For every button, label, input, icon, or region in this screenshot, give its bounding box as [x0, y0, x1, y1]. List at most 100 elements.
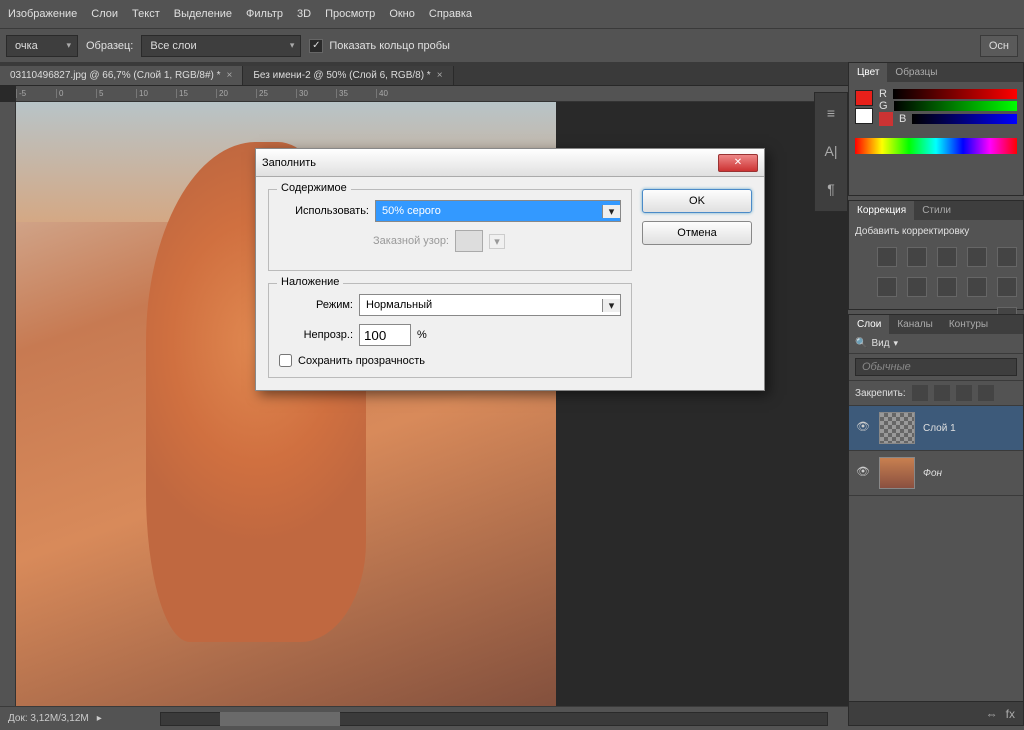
curves-icon[interactable] — [937, 247, 957, 267]
menu-select[interactable]: Выделение — [174, 8, 232, 20]
vibrance-icon[interactable] — [997, 247, 1017, 267]
menu-window[interactable]: Окно — [389, 8, 415, 20]
mode-label: Режим: — [279, 299, 353, 311]
lock-transparency-icon[interactable] — [912, 385, 928, 401]
fx-icon[interactable]: fx — [1006, 707, 1015, 721]
mode-dropdown[interactable]: Нормальный ▾ — [359, 294, 621, 316]
adjustments-panel: Коррекция Стили Добавить корректировку — [848, 200, 1024, 310]
layer-thumbnail[interactable] — [879, 457, 915, 489]
tab-label: 03110496827.jpg @ 66,7% (Слой 1, RGB/8#)… — [10, 70, 221, 81]
tab-channels[interactable]: Каналы — [889, 315, 941, 334]
menu-image[interactable]: Изображение — [8, 8, 77, 20]
link-icon[interactable]: ⇔ — [986, 707, 998, 721]
history-icon[interactable]: ≡ — [817, 99, 845, 127]
layer-row[interactable]: 👁 Слой 1 — [849, 406, 1023, 451]
menu-view[interactable]: Просмотр — [325, 8, 375, 20]
chevron-down-icon: ▾ — [66, 40, 71, 51]
foreground-swatch[interactable] — [855, 90, 873, 106]
doc-size: Док: 3,12M/3,12M — [8, 713, 89, 724]
arrow-icon[interactable]: ▸ — [97, 713, 102, 724]
opacity-input[interactable] — [359, 324, 411, 346]
r-slider[interactable] — [893, 89, 1017, 99]
tab-doc-1[interactable]: 03110496827.jpg @ 66,7% (Слой 1, RGB/8#)… — [0, 66, 243, 85]
hue-icon[interactable] — [877, 277, 897, 297]
checkbox-label: Показать кольцо пробы — [329, 40, 450, 52]
mixer-icon[interactable] — [997, 277, 1017, 297]
lock-pixels-icon[interactable] — [934, 385, 950, 401]
status-bar: Док: 3,12M/3,12M ▸ — [0, 706, 848, 730]
tab-swatches[interactable]: Образцы — [887, 63, 945, 82]
h-scrollbar-thumb[interactable] — [220, 712, 340, 726]
checkmark-icon: ✓ — [312, 40, 320, 51]
close-icon[interactable]: × — [437, 70, 443, 81]
character-icon[interactable]: A| — [817, 137, 845, 165]
tool-preset-value: очка — [15, 40, 38, 52]
use-value: 50% серого — [376, 205, 602, 217]
use-dropdown[interactable]: 50% серого ▾ — [375, 200, 621, 222]
tab-label: Без имени-2 @ 50% (Слой 6, RGB/8) * — [253, 70, 430, 81]
chevron-down-icon: ▾ — [489, 234, 505, 249]
use-label: Использовать: — [279, 205, 369, 217]
contents-fieldset: Содержимое Использовать: 50% серого ▾ За… — [268, 189, 632, 271]
show-sampling-ring-checkbox[interactable]: ✓ Показать кольцо пробы — [309, 39, 450, 53]
preserve-transparency-checkbox[interactable] — [279, 354, 292, 367]
background-swatch[interactable] — [855, 108, 873, 124]
blending-fieldset: Наложение Режим: Нормальный ▾ Непрозр.: … — [268, 283, 632, 378]
lock-label: Закрепить: — [855, 388, 906, 399]
opacity-label: Непрозр.: — [279, 329, 353, 341]
bw-icon[interactable] — [937, 277, 957, 297]
add-adjust-hint: Добавить корректировку — [855, 226, 1017, 237]
menu-text[interactable]: Текст — [132, 8, 160, 20]
sample-dropdown[interactable]: Все слои▾ — [141, 35, 301, 57]
lock-position-icon[interactable] — [956, 385, 972, 401]
layer-thumbnail[interactable] — [879, 412, 915, 444]
chevron-down-icon: ▾ — [602, 299, 620, 312]
dialog-title: Заполнить — [262, 157, 316, 169]
paragraph-icon[interactable]: ¶ — [817, 175, 845, 203]
chevron-down-icon: ▾ — [602, 205, 620, 218]
photo-filter-icon[interactable] — [967, 277, 987, 297]
close-button[interactable]: ✕ — [718, 154, 758, 172]
mode-value: Нормальный — [360, 299, 602, 311]
tool-preset-dropdown[interactable]: очка ▾ — [6, 35, 78, 57]
gamut-warning-icon[interactable] — [879, 112, 893, 126]
balance-icon[interactable] — [907, 277, 927, 297]
g-slider[interactable] — [894, 101, 1017, 111]
pattern-label: Заказной узор: — [279, 235, 449, 247]
lock-all-icon[interactable] — [978, 385, 994, 401]
color-spectrum[interactable] — [855, 138, 1017, 154]
ruler-vertical — [0, 102, 16, 706]
cancel-button[interactable]: Отмена — [642, 221, 752, 245]
tab-adjustments[interactable]: Коррекция — [849, 201, 914, 220]
sample-value: Все слои — [150, 40, 196, 52]
menu-help[interactable]: Справка — [429, 8, 472, 20]
visibility-icon[interactable]: 👁 — [855, 465, 871, 481]
brightness-icon[interactable] — [877, 247, 897, 267]
tab-paths[interactable]: Контуры — [941, 315, 996, 334]
ok-button[interactable]: OK — [642, 189, 752, 213]
options-bar: очка▾ Образец: Все слои▾ ✓ Показать коль… — [0, 28, 1024, 62]
layer-filter-kind[interactable]: Вид — [871, 338, 889, 349]
layer-row[interactable]: 👁 Фон — [849, 451, 1023, 496]
workspace-button[interactable]: Осн — [980, 35, 1018, 57]
layer-name: Слой 1 — [923, 423, 956, 434]
tab-doc-2[interactable]: Без имени-2 @ 50% (Слой 6, RGB/8) * × — [243, 66, 453, 85]
blend-mode-select[interactable]: Обычные — [855, 358, 1017, 376]
layers-panel: Слои Каналы Контуры 🔍 Вид ▾ Обычные Закр… — [848, 314, 1024, 726]
menu-3d[interactable]: 3D — [297, 8, 311, 20]
tab-layers[interactable]: Слои — [849, 315, 889, 334]
close-icon[interactable]: × — [227, 70, 233, 81]
g-label: G — [879, 100, 888, 112]
b-slider[interactable] — [912, 114, 1017, 124]
tab-color[interactable]: Цвет — [849, 63, 887, 82]
menu-filter[interactable]: Фильтр — [246, 8, 283, 20]
dialog-titlebar[interactable]: Заполнить ✕ — [256, 149, 764, 177]
tab-styles[interactable]: Стили — [914, 201, 959, 220]
layers-footer: ⇔ fx — [849, 701, 1023, 725]
layer-name: Фон — [923, 468, 942, 479]
levels-icon[interactable] — [907, 247, 927, 267]
opacity-unit: % — [417, 329, 427, 341]
visibility-icon[interactable]: 👁 — [855, 420, 871, 436]
exposure-icon[interactable] — [967, 247, 987, 267]
menu-layers[interactable]: Слои — [91, 8, 118, 20]
